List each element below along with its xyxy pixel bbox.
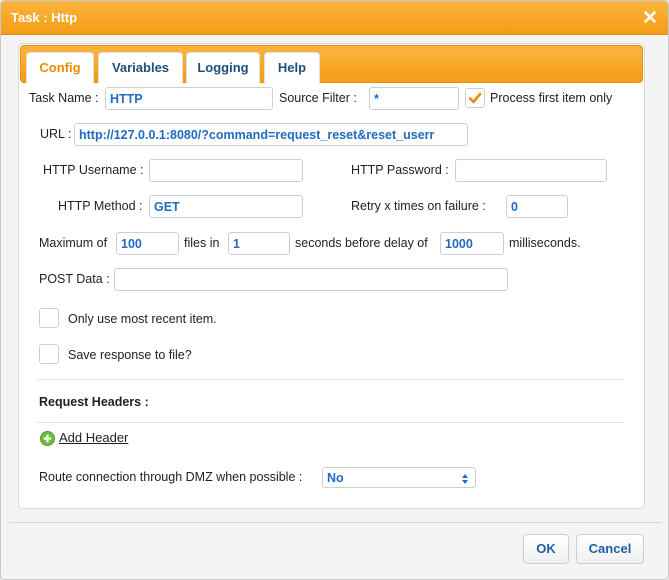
seconds-input[interactable]: 1 bbox=[228, 232, 290, 255]
milliseconds-label: milliseconds. bbox=[509, 236, 581, 250]
tab-help[interactable]: Help bbox=[264, 52, 320, 84]
dmz-select-value: No bbox=[327, 471, 344, 485]
tab-variables[interactable]: Variables bbox=[98, 52, 183, 84]
footer-divider bbox=[9, 522, 662, 523]
retry-label: Retry x times on failure : bbox=[351, 199, 486, 213]
delay-input[interactable]: 1000 bbox=[440, 232, 504, 255]
task-name-input[interactable]: HTTP bbox=[105, 87, 273, 110]
tab-logging[interactable]: Logging bbox=[186, 52, 260, 84]
http-username-label: HTTP Username : bbox=[43, 163, 144, 177]
source-filter-label: Source Filter : bbox=[279, 91, 357, 105]
save-response-label: Save response to file? bbox=[68, 348, 192, 362]
title-bar[interactable]: Task : Http bbox=[1, 1, 668, 35]
process-first-checkbox[interactable] bbox=[465, 88, 485, 108]
dmz-select[interactable]: No bbox=[322, 467, 476, 488]
add-header-link[interactable]: Add Header bbox=[59, 430, 128, 445]
close-icon[interactable] bbox=[642, 9, 658, 25]
add-icon[interactable] bbox=[40, 431, 55, 449]
divider bbox=[37, 379, 625, 380]
tab-bar: Config Variables Logging Help bbox=[20, 45, 643, 84]
most-recent-label: Only use most recent item. bbox=[68, 312, 217, 326]
http-username-input[interactable] bbox=[149, 159, 303, 182]
dialog-title: Task : Http bbox=[11, 10, 78, 25]
dmz-label: Route connection through DMZ when possib… bbox=[39, 470, 303, 484]
source-filter-input[interactable]: * bbox=[369, 87, 459, 110]
task-name-label: Task Name : bbox=[29, 91, 99, 105]
http-password-label: HTTP Password : bbox=[351, 163, 449, 177]
most-recent-checkbox[interactable] bbox=[39, 308, 59, 328]
tab-config[interactable]: Config bbox=[26, 52, 94, 84]
http-password-input[interactable] bbox=[455, 159, 607, 182]
request-headers-heading: Request Headers : bbox=[39, 395, 149, 409]
divider bbox=[37, 422, 625, 423]
task-dialog: Task : Http Config Variables Logging Hel… bbox=[0, 0, 669, 580]
select-arrows-icon bbox=[461, 472, 469, 486]
files-in-label: files in bbox=[184, 236, 220, 250]
cancel-button[interactable]: Cancel bbox=[576, 534, 644, 564]
seconds-label: seconds before delay of bbox=[295, 236, 428, 250]
post-data-label: POST Data : bbox=[39, 272, 110, 286]
ok-button[interactable]: OK bbox=[523, 534, 569, 564]
max-files-input[interactable]: 100 bbox=[116, 232, 179, 255]
retry-input[interactable]: 0 bbox=[506, 195, 568, 218]
checkmark-icon bbox=[468, 92, 482, 104]
url-input[interactable]: http://127.0.0.1:8080/?command=request_r… bbox=[74, 123, 468, 146]
save-response-checkbox[interactable] bbox=[39, 344, 59, 364]
http-method-input[interactable]: GET bbox=[149, 195, 303, 218]
max-label: Maximum of bbox=[39, 236, 108, 250]
post-data-input[interactable] bbox=[114, 268, 508, 291]
url-label: URL : bbox=[40, 127, 72, 141]
http-method-label: HTTP Method : bbox=[58, 199, 143, 213]
process-first-label: Process first item only bbox=[490, 91, 613, 105]
